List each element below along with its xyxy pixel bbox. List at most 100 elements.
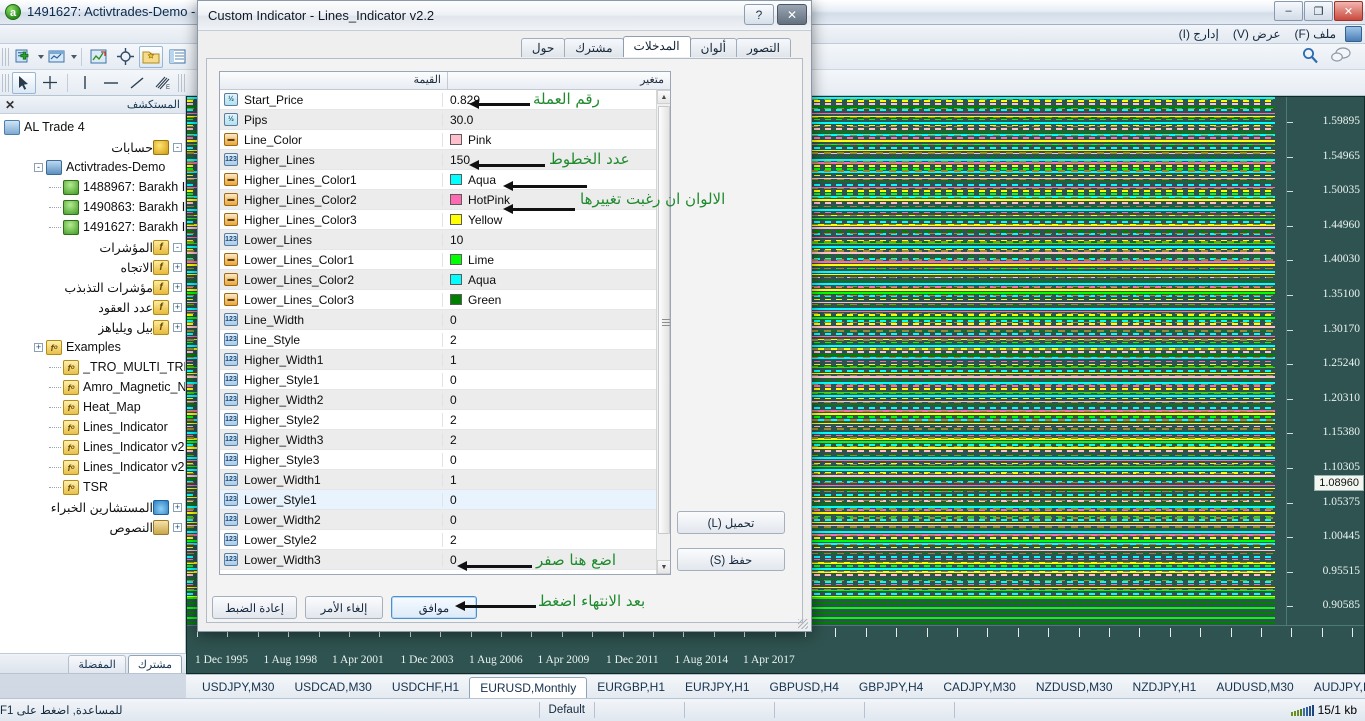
parameter-value-cell[interactable]: 2 xyxy=(443,413,656,427)
parameter-name-cell[interactable]: 123 Lower_Style2 xyxy=(220,532,443,547)
grid-scrollbar[interactable]: ▲ ▼ xyxy=(656,90,670,574)
table-row[interactable]: 123 Line_Style 2 xyxy=(220,330,656,350)
tree-node[interactable]: fᵒ Heat_Map xyxy=(0,397,185,417)
open-folder-icon[interactable] xyxy=(139,45,163,68)
tree-expander-icon[interactable]: + xyxy=(34,342,43,352)
tree-node[interactable]: fᵒ Lines_Indicator v2.2 xyxy=(0,457,185,477)
menu-item-insert[interactable]: إدارج (I) xyxy=(1172,26,1226,42)
chart-tab[interactable]: USDCAD,M30 xyxy=(284,677,381,697)
dialog-tabs[interactable]: التصور ألوان المدخلات مشترك حول xyxy=(206,36,803,57)
table-row[interactable]: 123 Higher_Width2 0 xyxy=(220,390,656,410)
toolbar-grip[interactable] xyxy=(2,47,9,66)
dialog-tab[interactable]: المدخلات xyxy=(622,36,691,57)
tree-expander-icon[interactable]: + xyxy=(173,502,182,512)
tree-node[interactable]: + f الاتجاه xyxy=(0,257,185,277)
parameter-value-cell[interactable]: 0 xyxy=(443,493,656,507)
tree-expander-icon[interactable]: + xyxy=(173,322,182,332)
parameter-value-cell[interactable]: 0 xyxy=(443,313,656,327)
table-row[interactable]: 123 Higher_Style3 0 xyxy=(220,450,656,470)
new-chart-dropdown-icon[interactable] xyxy=(71,54,77,59)
table-row[interactable]: ▬ Lower_Lines_Color3 Green xyxy=(220,290,656,310)
new-order-dropdown-icon[interactable] xyxy=(38,54,44,59)
parameter-name-cell[interactable]: ▬ Lower_Lines_Color1 xyxy=(220,252,443,267)
parameter-value-cell[interactable]: 0 xyxy=(443,373,656,387)
table-row[interactable]: 123 Line_Width 0 xyxy=(220,310,656,330)
chart-tab[interactable]: NZDJPY,H1 xyxy=(1123,677,1207,697)
parameter-name-cell[interactable]: ▬ Lower_Lines_Color3 xyxy=(220,292,443,307)
table-row[interactable]: 123 Higher_Width3 2 xyxy=(220,430,656,450)
tree-node[interactable]: + f مؤشرات التذبذب xyxy=(0,277,185,297)
equidistant-channel-icon[interactable]: E xyxy=(151,72,175,94)
save-button[interactable]: حفظ (S) xyxy=(677,548,785,571)
parameter-name-cell[interactable]: 123 Higher_Width2 xyxy=(220,392,443,407)
dialog-tab[interactable]: حول xyxy=(520,38,566,57)
parameter-name-cell[interactable]: ▬ Higher_Lines_Color3 xyxy=(220,212,443,227)
table-row[interactable]: 123 Lower_Style1 0 xyxy=(220,490,656,510)
table-row[interactable]: ▬ Higher_Lines_Color3 Yellow xyxy=(220,210,656,230)
dialog-tab[interactable]: مشترك xyxy=(564,38,624,57)
chart-tab[interactable]: EURUSD,Monthly xyxy=(469,676,588,699)
parameter-name-cell[interactable]: 123 Lower_Width3 xyxy=(220,552,443,567)
chart-tab[interactable]: USDCHF,H1 xyxy=(382,677,469,697)
tree-expander-icon[interactable]: + xyxy=(173,262,182,272)
help-button[interactable]: ? xyxy=(744,4,774,25)
parameter-value-cell[interactable]: 2 xyxy=(443,533,656,547)
tree-node[interactable]: fᵒ Lines_Indicator v2.1 xyxy=(0,437,185,457)
chat-icon[interactable] xyxy=(1331,46,1351,67)
chart-tab[interactable]: GBPUSD,H4 xyxy=(760,677,849,697)
parameter-value-cell[interactable]: 0 xyxy=(443,393,656,407)
parameter-name-cell[interactable]: ½ Start_Price xyxy=(220,92,443,107)
tree-node[interactable]: AL Trade 4 xyxy=(0,117,185,137)
load-button[interactable]: تحميل (L) xyxy=(677,511,785,534)
dialog-resize-grip[interactable] xyxy=(798,619,808,629)
maximize-button[interactable]: ❐ xyxy=(1304,1,1333,21)
menu-item-view[interactable]: عرض (V) xyxy=(1226,26,1288,42)
search-icon[interactable] xyxy=(1302,47,1319,67)
new-chart-icon[interactable] xyxy=(45,46,69,68)
parameter-value-cell[interactable]: Yellow xyxy=(443,213,656,227)
tree-node[interactable]: - f المؤشرات xyxy=(0,237,185,257)
parameter-name-cell[interactable]: 123 Higher_Style2 xyxy=(220,412,443,427)
scroll-up-icon[interactable]: ▲ xyxy=(657,90,670,104)
parameter-value-cell[interactable]: 0 xyxy=(443,513,656,527)
parameter-name-cell[interactable]: ½ Pips xyxy=(220,112,443,127)
table-row[interactable]: 123 Lower_Width2 0 xyxy=(220,510,656,530)
tree-node[interactable]: + f بيل ويلياهز xyxy=(0,317,185,337)
crosshair-icon[interactable] xyxy=(113,46,137,68)
table-row[interactable]: 123 Lower_Lines 10 xyxy=(220,230,656,250)
close-button[interactable]: ✕ xyxy=(1334,1,1363,21)
table-row[interactable]: 123 Higher_Style1 0 xyxy=(220,370,656,390)
parameter-name-cell[interactable]: ▬ Line_Color xyxy=(220,132,443,147)
table-row[interactable]: ▬ Lower_Lines_Color2 Aqua xyxy=(220,270,656,290)
parameter-name-cell[interactable]: 123 Lower_Width2 xyxy=(220,512,443,527)
tree-node[interactable]: + المستشارين الخبراء xyxy=(0,497,185,517)
scroll-down-icon[interactable]: ▼ xyxy=(657,560,670,574)
parameter-name-cell[interactable]: 123 Line_Width xyxy=(220,312,443,327)
parameter-name-cell[interactable]: 123 Higher_Lines xyxy=(220,152,443,167)
tree-node[interactable]: + النصوص xyxy=(0,517,185,537)
chart-tab[interactable]: CADJPY,M30 xyxy=(933,677,1025,697)
cursor-icon[interactable] xyxy=(12,71,36,94)
tree-expander-icon[interactable]: - xyxy=(34,162,43,172)
custom-indicator-dialog[interactable]: Custom Indicator - Lines_Indicator v2.2 … xyxy=(197,0,812,632)
tree-node[interactable]: fᵒ Lines_Indicator xyxy=(0,417,185,437)
table-row[interactable]: 123 Higher_Width1 1 xyxy=(220,350,656,370)
parameter-name-cell[interactable]: 123 Higher_Style3 xyxy=(220,452,443,467)
tree-node[interactable]: + fᵒ Examples xyxy=(0,337,185,357)
vertical-line-icon[interactable] xyxy=(73,72,97,94)
parameter-value-cell[interactable]: 1 xyxy=(443,353,656,367)
parameter-name-cell[interactable]: ▬ Higher_Lines_Color2 xyxy=(220,192,443,207)
cancel-button[interactable]: إلغاء الأمر xyxy=(304,596,383,619)
tree-node[interactable]: 1491627: Barakh I xyxy=(0,217,185,237)
parameter-value-cell[interactable]: 1 xyxy=(443,473,656,487)
dialog-close-button[interactable]: ✕ xyxy=(777,4,807,25)
parameter-value-cell[interactable]: 2 xyxy=(443,333,656,347)
tree-node[interactable]: fᵒ _TRO_MULTI_TREND xyxy=(0,357,185,377)
parameter-value-cell[interactable]: 10 xyxy=(443,233,656,247)
chart-tab[interactable]: AUDUSD,M30 xyxy=(1206,677,1303,697)
parameter-value-cell[interactable]: Lime xyxy=(443,253,656,267)
tree-expander-icon[interactable]: + xyxy=(173,302,182,312)
table-row[interactable]: 123 Lower_Width1 1 xyxy=(220,470,656,490)
table-row[interactable]: ▬ Line_Color Pink xyxy=(220,130,656,150)
close-icon[interactable]: ✕ xyxy=(5,98,15,112)
